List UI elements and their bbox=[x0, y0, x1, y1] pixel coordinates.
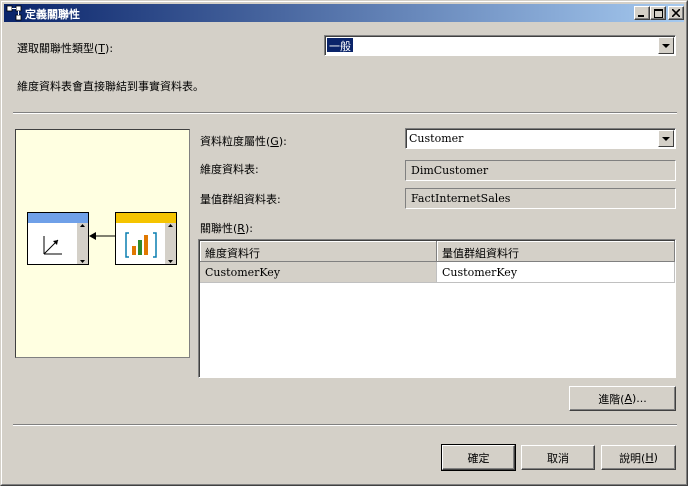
close-icon bbox=[672, 9, 680, 17]
title-bar[interactable]: 定義關聯性 bbox=[4, 4, 684, 22]
dimension-table-label: 維度資料表: bbox=[200, 163, 259, 176]
relationship-type-value: 一般 bbox=[327, 38, 353, 53]
help-button[interactable]: 說明(H) bbox=[601, 445, 676, 470]
relationship-type-label: 選取關聯性類型(T): bbox=[17, 42, 114, 55]
relationship-grid-label: 關聯性(R): bbox=[200, 222, 253, 235]
separator-bottom bbox=[13, 424, 677, 426]
dimension-table-value: DimCustomer bbox=[411, 164, 489, 177]
dimension-table-field: DimCustomer bbox=[405, 160, 676, 181]
dropdown-arrow-icon bbox=[662, 136, 670, 141]
measure-group-table-label: 量值群組資料表: bbox=[200, 193, 281, 206]
column-header-measure-group[interactable]: 量值群組資料行 bbox=[437, 241, 675, 262]
fact-table-icon bbox=[115, 212, 177, 265]
measure-group-table-value: FactInternetSales bbox=[411, 192, 511, 205]
cancel-button[interactable]: 取消 bbox=[521, 445, 595, 470]
granularity-value: Customer bbox=[409, 132, 464, 145]
maximize-icon bbox=[653, 8, 663, 18]
relationship-diagram bbox=[15, 129, 190, 358]
granularity-dropdown-button[interactable] bbox=[658, 130, 674, 147]
column-header-dimension[interactable]: 維度資料行 bbox=[200, 241, 437, 262]
dropdown-arrow-icon bbox=[662, 43, 670, 48]
minimize-icon bbox=[638, 15, 644, 17]
maximize-button[interactable] bbox=[650, 6, 666, 20]
relationship-icon bbox=[6, 5, 22, 21]
relationship-grid[interactable]: 維度資料行 量值群組資料行 CustomerKey CustomerKey bbox=[198, 239, 676, 378]
separator-top bbox=[13, 112, 677, 114]
measure-group-table-field: FactInternetSales bbox=[405, 188, 676, 209]
relationship-arrow-icon bbox=[89, 232, 115, 240]
table-row-dimension-cell[interactable]: CustomerKey bbox=[200, 262, 437, 283]
close-button[interactable] bbox=[668, 6, 684, 20]
window-title: 定義關聯性 bbox=[25, 8, 80, 21]
granularity-attribute-dropdown[interactable]: Customer bbox=[405, 128, 676, 149]
relationship-type-dropdown[interactable]: 一般 bbox=[324, 35, 676, 56]
relationship-type-dropdown-button[interactable] bbox=[658, 37, 674, 54]
granularity-label: 資料粒度屬性(G): bbox=[200, 135, 287, 148]
dimension-table-icon bbox=[27, 212, 89, 265]
relationship-grid-body: 維度資料行 量值群組資料行 CustomerKey CustomerKey bbox=[199, 240, 675, 377]
table-row-measure-group-cell[interactable]: CustomerKey bbox=[437, 262, 675, 283]
relationship-diagram-graphic bbox=[27, 212, 177, 265]
minimize-button[interactable] bbox=[634, 6, 650, 20]
advanced-button[interactable]: 進階(A)... bbox=[569, 386, 676, 411]
ok-button[interactable]: 確定 bbox=[441, 444, 516, 471]
define-relationship-dialog: 定義關聯性 選取關聯性類型(T): 一般 維度資料表會直接聯結到事實資料表。 資… bbox=[0, 0, 688, 486]
relationship-description: 維度資料表會直接聯結到事實資料表。 bbox=[17, 80, 204, 93]
